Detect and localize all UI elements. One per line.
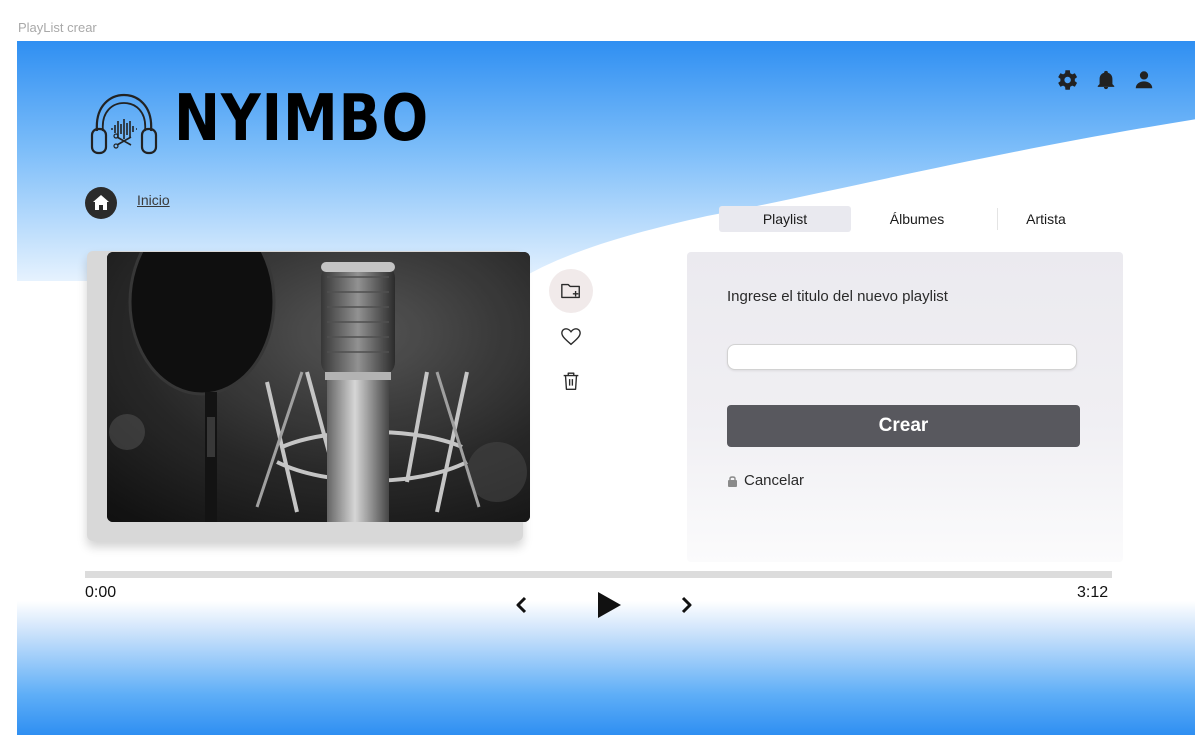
play-icon[interactable] (595, 590, 623, 620)
header-background (17, 41, 1195, 281)
home-icon[interactable] (85, 187, 117, 219)
gear-icon[interactable] (1057, 69, 1079, 91)
brand-title: NYIMBO (174, 82, 430, 156)
current-time: 0:00 (85, 584, 117, 601)
footer-background (17, 601, 1195, 735)
cancel-link[interactable]: Cancelar (727, 472, 804, 489)
tab-playlist[interactable]: Playlist (719, 206, 851, 232)
playlist-title-label: Ingrese el titulo del nuevo playlist (727, 288, 948, 305)
breadcrumb-inicio-link[interactable]: Inicio (137, 192, 170, 208)
trash-icon[interactable] (560, 370, 582, 392)
folder-add-icon[interactable] (560, 280, 582, 302)
crear-button[interactable]: Crear (727, 405, 1080, 447)
heart-icon[interactable] (560, 326, 582, 348)
bell-icon[interactable] (1095, 69, 1117, 91)
total-time: 3:12 (1077, 584, 1109, 601)
headphones-logo-icon (90, 93, 158, 155)
user-icon[interactable] (1133, 69, 1155, 91)
tab-albumes[interactable]: Álbumes (867, 206, 967, 232)
create-playlist-panel: Ingrese el titulo del nuevo playlist Cre… (687, 252, 1123, 562)
microphone-photo (107, 252, 530, 522)
tab-divider (997, 208, 998, 230)
next-icon[interactable] (677, 594, 695, 616)
header-actions (1057, 69, 1155, 91)
cancel-label: Cancelar (744, 472, 805, 489)
tab-artista[interactable]: Artista (1011, 206, 1081, 232)
prev-icon[interactable] (513, 594, 531, 616)
playlist-title-input[interactable] (727, 344, 1077, 370)
lock-icon (728, 475, 737, 487)
app-frame: NYIMBO Inicio Playlist Álbumes Artista I… (17, 41, 1195, 735)
progress-bar[interactable] (85, 571, 1112, 578)
window-title: PlayList crear (18, 20, 97, 35)
